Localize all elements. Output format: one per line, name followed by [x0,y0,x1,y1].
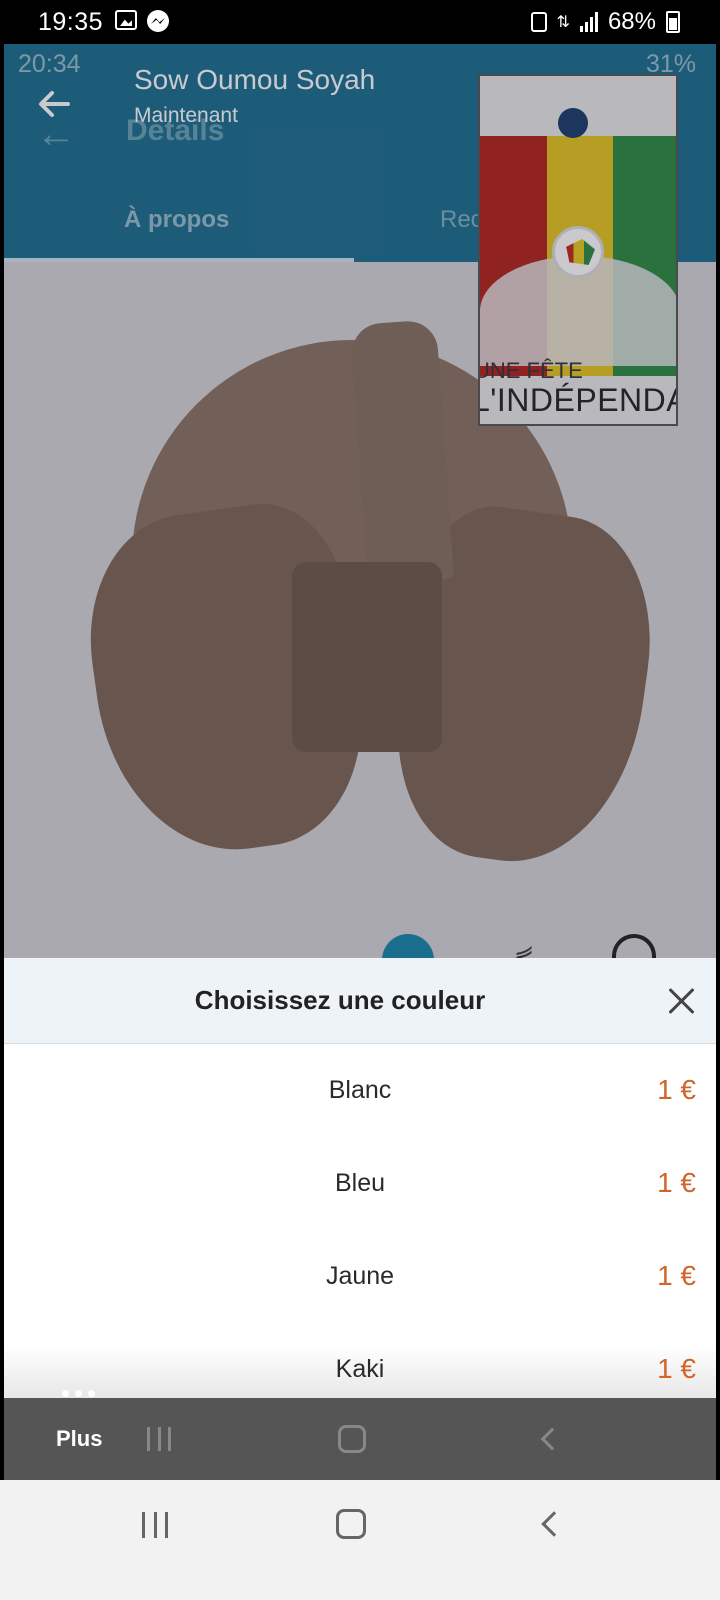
inner-navigation-bar: Plus [4,1398,716,1480]
data-icon: ⇅ [556,14,570,31]
color-option-name: Kaki [335,1355,385,1383]
messenger-icon [147,10,169,32]
color-option-name: Blanc [328,1076,392,1104]
color-picker-sheet: Choisissez une couleur Blanc 1 € Bleu 1 … [4,958,716,1400]
home-icon[interactable] [336,1509,366,1539]
color-option[interactable]: Bleu 1 € [4,1137,716,1230]
color-option-name: Bleu [334,1169,386,1197]
signal-icon [579,12,598,32]
color-option-name: Jaune [325,1262,395,1290]
color-option[interactable]: Jaune 1 € [4,1230,716,1323]
battery-icon [666,11,680,33]
home-icon[interactable] [338,1425,366,1453]
color-option-price: 1 € [657,1353,696,1384]
lock-icon [530,12,547,32]
color-option-price: 1 € [657,1074,696,1105]
more-button[interactable]: Plus [56,1426,102,1452]
gallery-icon [115,10,137,30]
battery-percent: 68% [607,8,656,35]
recent-apps-icon[interactable] [142,1512,168,1538]
modal-overlay[interactable] [4,44,716,1002]
close-icon[interactable] [664,984,698,1018]
color-option-price: 1 € [657,1260,696,1291]
recent-apps-icon[interactable] [147,1427,171,1451]
sheet-header: Choisissez une couleur [4,958,716,1044]
back-icon[interactable] [541,1511,567,1537]
more-dots-icon[interactable] [62,1390,95,1397]
back-icon[interactable] [540,1427,564,1451]
app-screen: 20:34 31% ← Details À propos Rec Sow Oum… [4,44,716,1480]
status-bar: 19:35 ⇅ 68% [0,0,720,44]
sheet-title: Choisissez une couleur [194,985,486,1015]
system-navigation-bar [0,1480,720,1600]
color-option[interactable]: Blanc 1 € [4,1044,716,1137]
color-option-price: 1 € [657,1167,696,1198]
status-time: 19:35 [38,8,104,36]
